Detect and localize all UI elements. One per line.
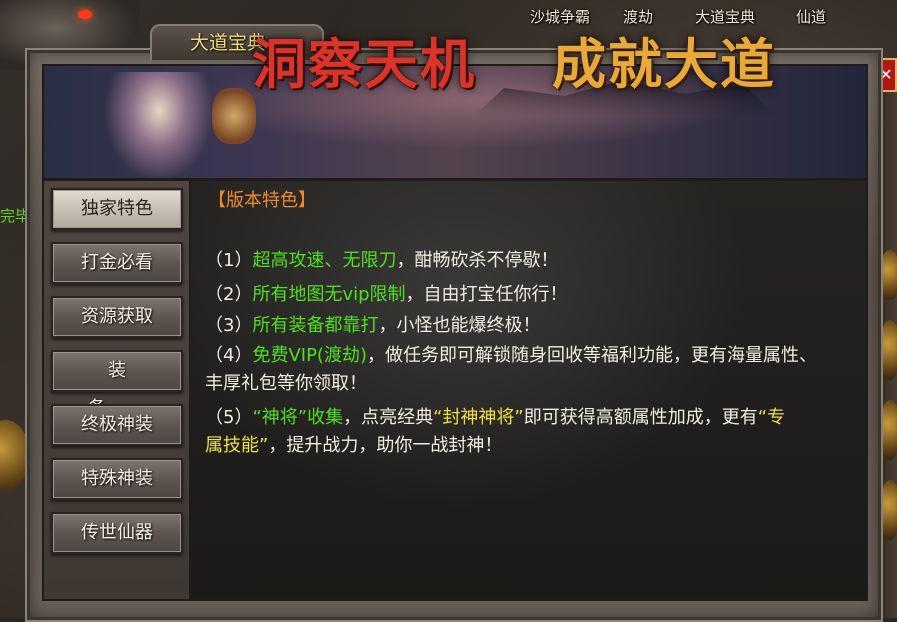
line-prefix: （5） [205,407,253,428]
line-text: 即可获得高额属性加成，更有 [523,407,758,428]
feature-line-2: （2）所有地图无vip限制，自由打宝任你行！ [205,281,845,309]
line-text: ，点亮经典 [343,407,434,428]
line-highlight: 所有装备都靠打 [252,315,379,336]
sidebar-item-gold-guide[interactable]: 打金必看 [51,242,183,284]
banner-lantern-art [212,88,256,144]
line-text: ，自由打宝任你行！ [405,284,568,305]
top-menu-xiandao[interactable]: 仙道 [787,0,835,30]
sidebar-item-special-gear[interactable]: 特殊神装 [51,458,183,500]
sidebar-item-equipment[interactable]: 装备 [51,350,183,419]
line-highlight-yellow: “封神神将” [433,407,524,428]
dragon-eye [78,10,92,19]
line-text: ，小怪也能爆终极！ [378,315,541,336]
line-highlight: 超高攻速、无限刀 [252,250,397,271]
line-highlight: 免费VIP(渡劫) [252,345,367,366]
feature-line-3: （3）所有装备都靠打，小怪也能爆终极！ [205,312,845,340]
feature-line-4: （4）免费VIP(渡劫)，做任务即可解锁随身回收等福利功能，更有海量属性、丰厚礼… [205,342,833,398]
line-highlight: 所有地图无vip限制 [252,284,406,305]
feature-line-5: （5）“神将”收集，点亮经典“封神神将”即可获得高额属性加成，更有“专属技能”，… [205,404,803,460]
line-text: ，酣畅砍杀不停歇！ [396,250,559,271]
sidebar-item-resources[interactable]: 资源获取 [51,296,183,338]
line-prefix: （3） [205,315,253,336]
feature-line-1: （1）超高攻速、无限刀，酣畅砍杀不停歇！ [205,247,845,275]
banner-slogan-right: 成就大道 [552,32,776,96]
section-title: 【版本特色】 [208,190,316,211]
line-prefix: （4） [205,345,253,366]
line-prefix: （2） [205,284,253,305]
banner-character-art [104,72,214,178]
sidebar-item-exclusive-features[interactable]: 独家特色 [51,188,183,230]
sidebar-item-legendary-artifacts[interactable]: 传世仙器 [51,512,183,554]
line-text: ，提升战力，助你一战封神！ [268,435,503,456]
sidebar-item-ultimate-gear[interactable]: 终极神装 [51,404,183,446]
line-highlight: “神将”收集 [252,407,344,428]
banner-slogan-left: 洞察天机 [252,32,476,96]
line-prefix: （1） [205,250,253,271]
